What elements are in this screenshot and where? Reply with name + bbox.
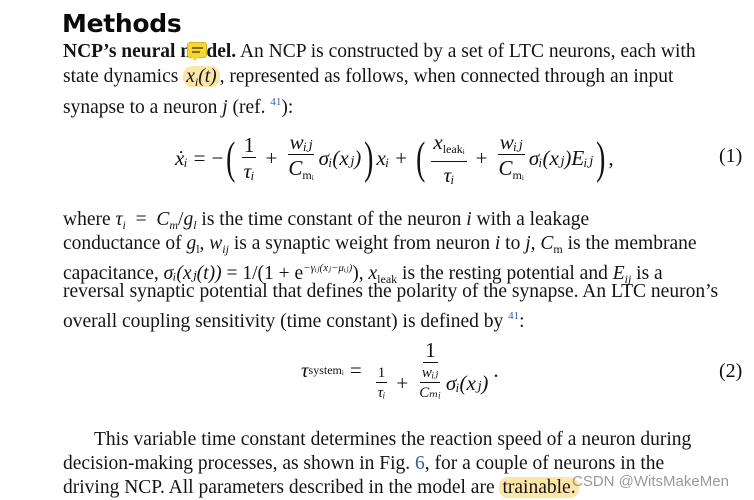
eq1-lparen: ( <box>226 132 236 183</box>
eq2-period: . <box>493 357 499 382</box>
text: An NCP is constructed by a set of LTC ne… <box>236 41 696 62</box>
frac-den: τᵢ <box>377 385 386 401</box>
frac-num-sub: leakᵢ <box>442 141 465 156</box>
text: synapse to a neuron <box>63 97 223 118</box>
frac-num: 1 <box>423 338 438 363</box>
eq2-equals: = <box>349 357 362 382</box>
highlight-annotation[interactable]: xi(t) <box>183 66 220 89</box>
eq1-frac-w-c: wᵢⱼ Cmᵢ <box>286 131 315 186</box>
eq2-frac-w-c: wᵢⱼ Cₘᵢ <box>417 365 443 401</box>
frac-num: x <box>433 129 443 154</box>
math-op: = <box>125 209 157 230</box>
math-arg: (t) <box>198 66 217 87</box>
eq1-frac-leak: xleakᵢ τᵢ <box>431 129 467 187</box>
frac-den: C <box>288 155 303 180</box>
eq2-sigma: σᵢ(xⱼ) <box>445 371 489 395</box>
math-var: g <box>183 209 194 230</box>
comment-note-icon[interactable] <box>187 42 207 58</box>
math-sub: m <box>169 218 179 232</box>
text: , for a couple of neurons in the <box>424 453 665 474</box>
eq1-xi: xᵢ <box>376 145 390 170</box>
text: , <box>199 233 210 254</box>
text: , represented as follows, when connected… <box>219 66 674 87</box>
eq1-equals: = <box>193 145 206 170</box>
eq1-frac-1-tau: 1 τᵢ <box>241 133 257 183</box>
text: overall coupling sensitivity (time const… <box>63 311 509 332</box>
paragraph-lead: NCP’s neural model. <box>63 41 237 62</box>
frac-den-sub: mᵢ <box>512 167 524 182</box>
text: is the membrane <box>562 233 697 254</box>
text: decision-making processes, as shown in F… <box>63 453 416 474</box>
text: : <box>519 311 525 332</box>
frac-den: Cₘᵢ <box>419 385 441 401</box>
math-var: g <box>186 233 197 254</box>
equation-1-number: (1) <box>719 145 743 167</box>
frac-den: τᵢ <box>243 159 255 183</box>
text: to <box>500 233 526 254</box>
frac-den-sub: mᵢ <box>302 167 314 182</box>
eq1-sigma-e: σᵢ(xⱼ)Eᵢⱼ <box>528 145 594 170</box>
frac-num: 1 <box>241 133 257 158</box>
math-sub: ij <box>222 242 229 256</box>
text: ): <box>281 97 294 118</box>
para2-line4: reversal synaptic potential that defines… <box>63 281 719 302</box>
eq2-plus: + <box>396 371 409 395</box>
eq1-lhs: ẋᵢ <box>175 145 188 170</box>
section-heading: Methods <box>62 9 182 38</box>
text: conductance of <box>63 233 187 254</box>
text: driving NCP. All parameters described in… <box>63 477 500 498</box>
eq1-frac-w-c2: wᵢⱼ Cmᵢ <box>497 131 526 186</box>
math-sub: m <box>553 242 563 256</box>
text: is the time constant of the neuron <box>196 209 467 230</box>
eq1-plus2: + <box>395 145 408 170</box>
eq1-plus: + <box>265 145 278 170</box>
reference-link[interactable]: 41 <box>270 96 281 108</box>
text: where <box>63 209 116 230</box>
para1-line3: synapse to a neuron j (ref. 41): <box>63 90 293 120</box>
highlight-annotation[interactable]: trainable. <box>499 477 579 498</box>
eq2-frac-1-tau: 1 τᵢ <box>375 365 388 401</box>
eq1-plus3: + <box>475 145 488 170</box>
frac-num: wᵢⱼ <box>419 365 441 383</box>
math-var: x <box>186 66 195 87</box>
math-var: C <box>156 209 170 230</box>
para2-line5: overall coupling sensitivity (time const… <box>63 304 525 334</box>
text: state dynamics <box>63 66 184 87</box>
math-var: τ <box>115 209 123 230</box>
eq1-rparen: ) <box>364 132 374 183</box>
eq1-sigma: σᵢ(xⱼ) <box>318 145 362 170</box>
equation-2-number: (2) <box>719 360 743 382</box>
watermark: CSDN @WitsMakeMen <box>572 473 729 490</box>
text: , <box>530 233 541 254</box>
frac-den: C <box>498 155 513 180</box>
text: (ref. <box>227 97 271 118</box>
frac-den: τᵢ <box>443 162 455 187</box>
frac-num: 1 <box>375 365 388 383</box>
eq2-lhs-sub: systemᵢ <box>308 362 344 377</box>
math-var: w <box>209 233 223 254</box>
text: is a synaptic weight from neuron <box>228 233 495 254</box>
figure-link[interactable]: 6 <box>415 453 425 474</box>
para1-line1: NCP’s neural model. An NCP is constructe… <box>63 40 696 64</box>
reference-link[interactable]: 41 <box>508 310 519 322</box>
equation-2: τ systemᵢ = 1 1 τᵢ + wᵢⱼ Cₘᵢ σᵢ(xⱼ) . <box>301 339 499 401</box>
eq2-main-frac: 1 1 τᵢ + wᵢⱼ Cₘᵢ σᵢ(xⱼ) <box>371 339 491 401</box>
text: with a leakage <box>471 209 590 230</box>
eq2-lhs: τ <box>301 357 309 382</box>
para3-line3: driving NCP. All parameters described in… <box>63 476 579 500</box>
eq1-rparen2: ) <box>596 132 606 183</box>
eq1-lparen2: ( <box>416 132 426 183</box>
frac-num: wᵢⱼ <box>287 129 315 155</box>
equation-1: ẋᵢ = − ( 1 τᵢ + wᵢⱼ Cmᵢ σᵢ(xⱼ) ) xᵢ + ( … <box>175 128 614 188</box>
math-var: C <box>540 233 554 254</box>
eq1-comma: , <box>608 145 614 170</box>
math-exponent: −γᵢⱼ(xⱼ−μᵢⱼ) <box>303 262 353 274</box>
eq1-minus: − <box>211 145 224 170</box>
para3-line1: This variable time constant determines t… <box>94 429 692 450</box>
frac-num: wᵢⱼ <box>497 129 525 155</box>
comment-note-tail <box>191 57 199 61</box>
